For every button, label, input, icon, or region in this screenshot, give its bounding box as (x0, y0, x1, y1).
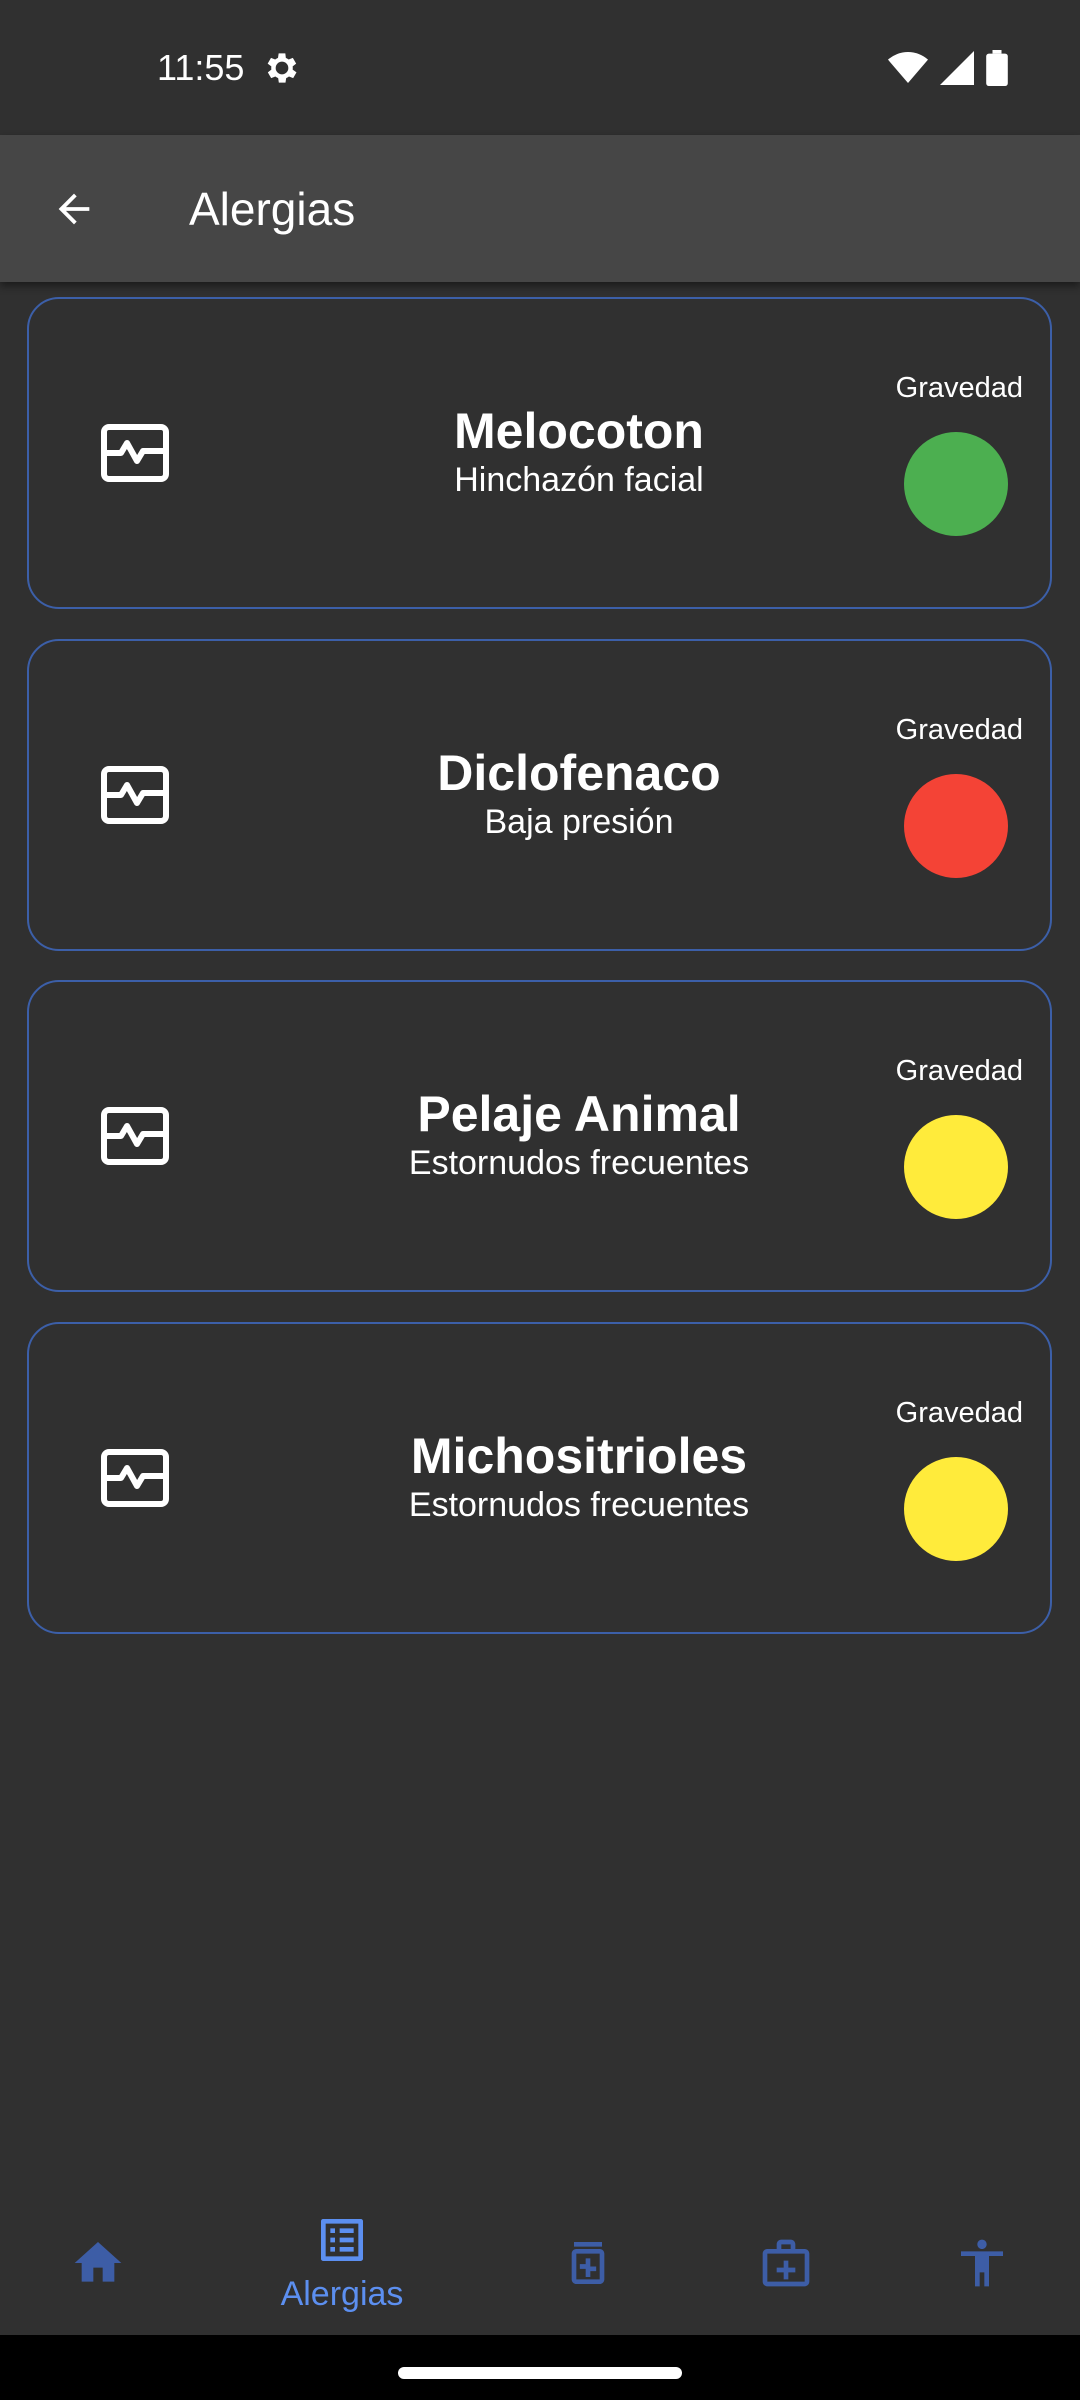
monitor-heart-icon (101, 766, 169, 824)
monitor-heart-icon (101, 1107, 169, 1165)
allergy-card-text: Diclofenaco Baja presión (229, 744, 929, 842)
severity-indicator (904, 774, 1008, 878)
allergy-name: Pelaje Animal (417, 1086, 741, 1142)
status-bar: 11:55 (0, 0, 1080, 135)
allergy-card-text: Pelaje Animal Estornudos frecuentes (229, 1085, 929, 1183)
severity-label: Gravedad (895, 372, 1023, 404)
severity-label: Gravedad (895, 1055, 1023, 1087)
severity-label: Gravedad (895, 714, 1023, 746)
allergy-symptom: Hinchazón facial (454, 461, 704, 499)
severity-indicator (904, 432, 1008, 536)
gesture-bar (0, 2335, 1080, 2400)
monitor-heart-icon (101, 1449, 169, 1507)
allergy-name: Diclofenaco (437, 745, 721, 801)
allergy-name: Melocoton (454, 403, 704, 459)
allergy-card-text: Melocoton Hinchazón facial (229, 402, 929, 500)
allergy-card[interactable]: Diclofenaco Baja presión Gravedad (27, 639, 1052, 951)
home-icon (74, 2241, 122, 2282)
screen: 11:55 Alergias Melocoton Hinchazón facia… (0, 0, 1080, 2400)
severity-label: Gravedad (895, 1397, 1023, 1429)
allergy-card[interactable]: Michositrioles Estornudos frecuentes Gra… (27, 1322, 1052, 1634)
battery-icon (986, 50, 1008, 86)
severity-indicator (904, 1115, 1008, 1219)
nav-medical-case[interactable] (696, 2190, 876, 2335)
medical-case-icon (762, 2239, 810, 2286)
allergy-card-text: Michositrioles Estornudos frecuentes (229, 1427, 929, 1525)
severity-indicator (904, 1457, 1008, 1561)
status-icons (888, 46, 1008, 90)
bottom-nav: Alergias (0, 2190, 1080, 2335)
allergy-card[interactable]: Melocoton Hinchazón facial Gravedad (27, 297, 1052, 609)
accessibility-icon (961, 2239, 1003, 2286)
nav-home[interactable] (8, 2190, 188, 2335)
status-time: 11:55 (157, 47, 245, 88)
gear-icon (267, 53, 297, 83)
medication-icon (571, 2241, 605, 2284)
gesture-handle[interactable] (398, 2367, 682, 2379)
page-title: Alergias (189, 183, 356, 235)
nav-label: Alergias (280, 2274, 404, 2313)
allergy-card[interactable]: Pelaje Animal Estornudos frecuentes Grav… (27, 980, 1052, 1292)
nav-medication[interactable] (498, 2190, 678, 2335)
back-button[interactable] (36, 171, 112, 247)
nav-alergias[interactable]: Alergias (252, 2190, 432, 2335)
list-icon (321, 2218, 363, 2261)
allergy-name: Michositrioles (410, 1428, 748, 1484)
wifi-icon (888, 52, 928, 83)
signal-icon (940, 51, 974, 85)
monitor-heart-icon (101, 424, 169, 482)
nav-accessibility[interactable] (892, 2190, 1072, 2335)
app-bar: Alergias (0, 135, 1080, 282)
allergy-symptom: Baja presión (484, 803, 674, 841)
arrow-back-icon (58, 193, 90, 225)
allergy-symptom: Estornudos frecuentes (408, 1144, 750, 1182)
allergy-symptom: Estornudos frecuentes (408, 1486, 750, 1524)
